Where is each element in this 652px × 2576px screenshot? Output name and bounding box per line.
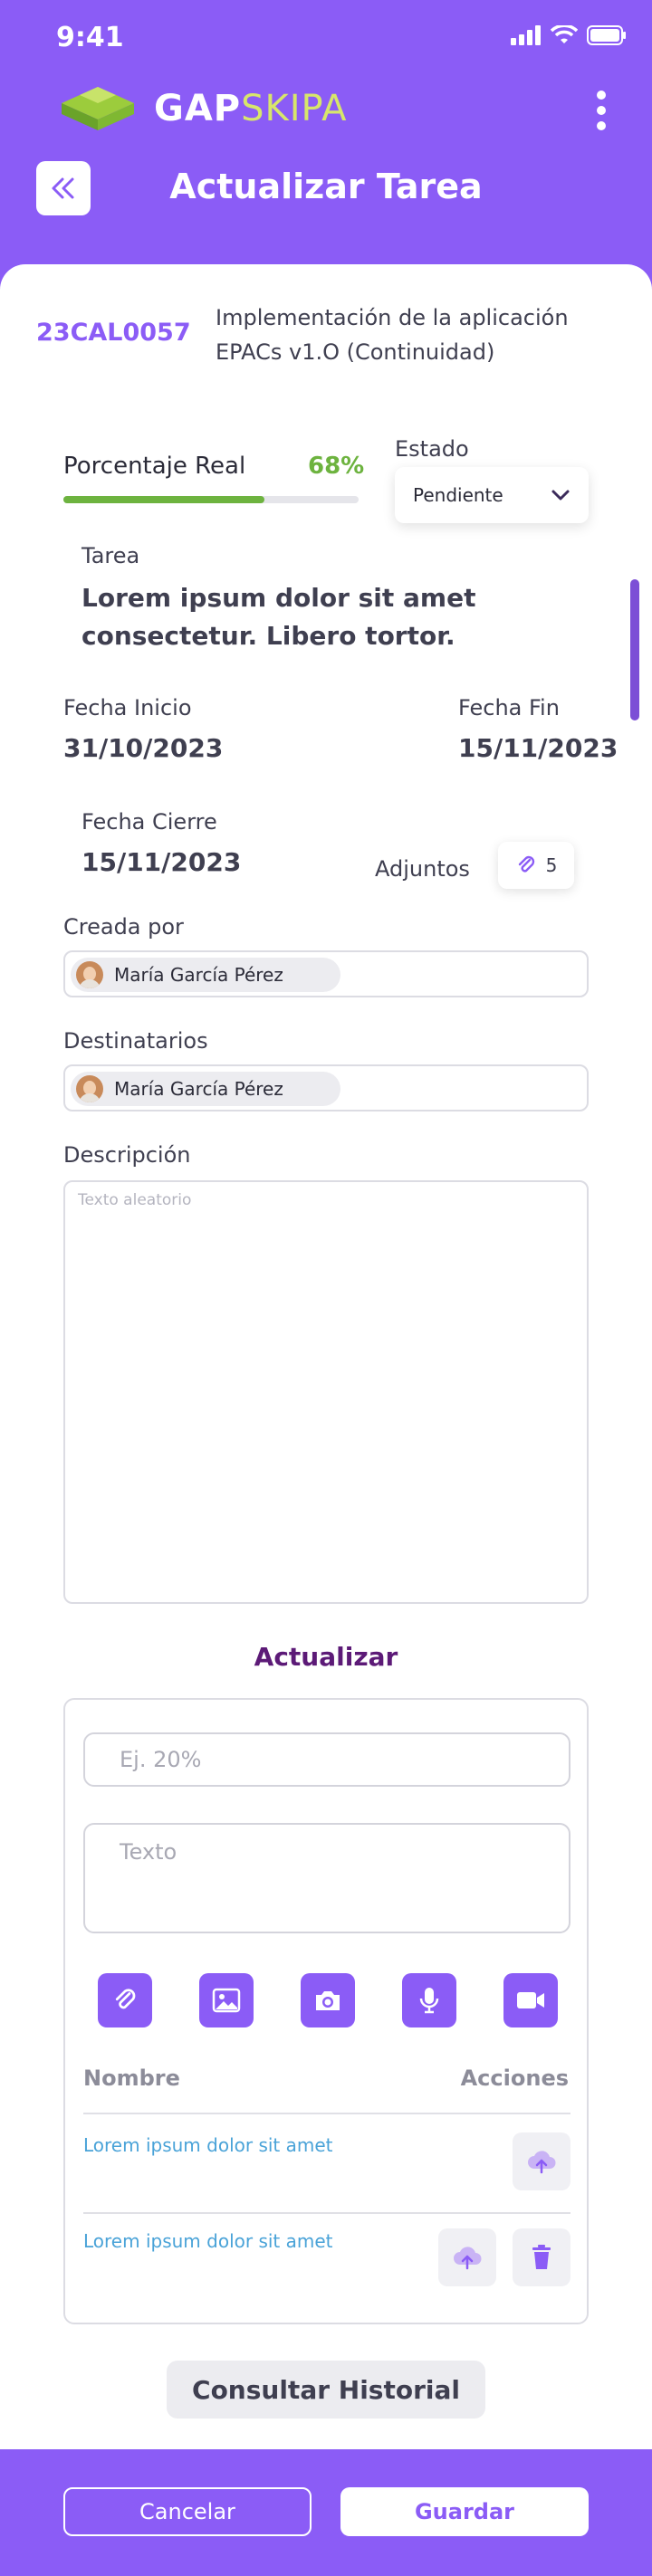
more-options-icon[interactable] xyxy=(596,91,607,130)
table-divider xyxy=(83,2212,570,2214)
video-icon xyxy=(517,1992,544,2008)
tarea-value: Lorem ipsum dolor sit amet consectetur. … xyxy=(82,583,476,651)
percent-input[interactable]: Ej. 20% xyxy=(83,1732,570,1787)
user-chip[interactable]: María García Pérez xyxy=(71,1072,340,1106)
upload-file-button[interactable] xyxy=(513,2132,570,2190)
wifi-icon xyxy=(551,25,578,43)
paperclip-icon xyxy=(518,855,534,873)
creada-por-label: Creada por xyxy=(63,914,184,940)
status-bar: 9:41 xyxy=(0,0,652,72)
fecha-inicio-label: Fecha Inicio xyxy=(63,695,192,720)
camera-button[interactable] xyxy=(301,1973,355,2027)
estado-label: Estado xyxy=(395,436,469,462)
attach-file-button[interactable] xyxy=(98,1973,152,2027)
logo-cube-icon xyxy=(62,87,134,130)
column-header-actions: Acciones xyxy=(460,2066,569,2091)
scrollbar[interactable] xyxy=(630,579,639,720)
signal-icon xyxy=(511,25,541,45)
estado-select-value: Pendiente xyxy=(413,484,503,506)
fecha-fin-value: 15/11/2023 xyxy=(458,733,618,763)
cloud-upload-icon xyxy=(528,2151,556,2174)
user-chip[interactable]: María García Pérez xyxy=(71,958,340,992)
status-icons xyxy=(511,25,627,45)
adjuntos-button[interactable]: 5 xyxy=(498,842,574,889)
descripcion-placeholder: Texto aleatorio xyxy=(78,1191,192,1209)
creada-por-field[interactable]: María García Pérez xyxy=(63,950,589,997)
footer-bar: Cancelar Guardar xyxy=(0,2449,652,2576)
paperclip-icon xyxy=(115,1989,136,2009)
chevron-down-icon xyxy=(551,490,570,501)
user-chip-name: María García Pérez xyxy=(114,1078,283,1100)
percent-progress-fill xyxy=(63,496,264,503)
logo-text-secondary: SKIPA xyxy=(241,88,348,129)
percent-value: 68% xyxy=(308,453,365,480)
avatar xyxy=(76,1075,103,1102)
delete-file-button[interactable] xyxy=(513,2228,570,2286)
upload-file-button[interactable] xyxy=(438,2228,496,2286)
cancel-button[interactable]: Cancelar xyxy=(63,2487,312,2536)
percent-progress-bar xyxy=(63,496,359,503)
destinatarios-label: Destinatarios xyxy=(63,1028,208,1054)
estado-select[interactable]: Pendiente xyxy=(395,467,589,523)
adjuntos-label: Adjuntos xyxy=(375,856,470,882)
descripcion-textarea[interactable]: Texto aleatorio xyxy=(63,1180,589,1604)
page-title: Actualizar Tarea xyxy=(169,167,483,206)
fecha-inicio-value: 31/10/2023 xyxy=(63,733,224,763)
save-button[interactable]: Guardar xyxy=(340,2487,589,2536)
text-input[interactable]: Texto xyxy=(83,1823,570,1933)
update-panel: Ej. 20% Texto Nombre Acciones Lorem ipsu… xyxy=(63,1698,589,2324)
task-code: 23CAL0057 xyxy=(36,319,191,347)
adjuntos-count: 5 xyxy=(545,854,558,876)
consultar-historial-button[interactable]: Consultar Historial xyxy=(167,2361,485,2419)
record-audio-button[interactable] xyxy=(402,1973,456,2027)
logo-text-primary: GAP xyxy=(154,88,242,129)
fecha-cierre-label: Fecha Cierre xyxy=(82,809,217,835)
microphone-icon xyxy=(419,1988,439,2014)
text-input-placeholder: Texto xyxy=(120,1839,177,1865)
tarea-label: Tarea xyxy=(82,543,140,568)
destinatarios-field[interactable]: María García Pérez xyxy=(63,1064,589,1111)
trash-icon xyxy=(532,2245,551,2269)
app-logo: GAPSKIPA xyxy=(53,83,347,134)
cloud-upload-icon xyxy=(454,2247,482,2270)
fecha-cierre-value: 15/11/2023 xyxy=(82,847,242,877)
percent-input-placeholder: Ej. 20% xyxy=(120,1747,202,1772)
project-name: Implementación de la aplicación EPACs v1… xyxy=(216,305,569,365)
record-video-button[interactable] xyxy=(503,1973,558,2027)
file-row-name[interactable]: Lorem ipsum dolor sit amet xyxy=(83,2134,333,2156)
percent-label: Porcentaje Real xyxy=(63,453,246,480)
table-divider xyxy=(83,2113,570,2114)
status-time: 9:41 xyxy=(56,22,124,53)
column-header-name: Nombre xyxy=(83,2066,180,2091)
descripcion-label: Descripción xyxy=(63,1142,191,1168)
update-section-title: Actualizar xyxy=(254,1642,398,1672)
avatar xyxy=(76,961,103,988)
battery-icon xyxy=(587,25,626,45)
fecha-fin-label: Fecha Fin xyxy=(458,695,560,720)
file-row-name[interactable]: Lorem ipsum dolor sit amet xyxy=(83,2230,333,2252)
image-icon xyxy=(212,1988,241,2013)
attach-image-button[interactable] xyxy=(199,1973,254,2027)
user-chip-name: María García Pérez xyxy=(114,964,283,986)
camera-icon xyxy=(316,1991,340,2010)
